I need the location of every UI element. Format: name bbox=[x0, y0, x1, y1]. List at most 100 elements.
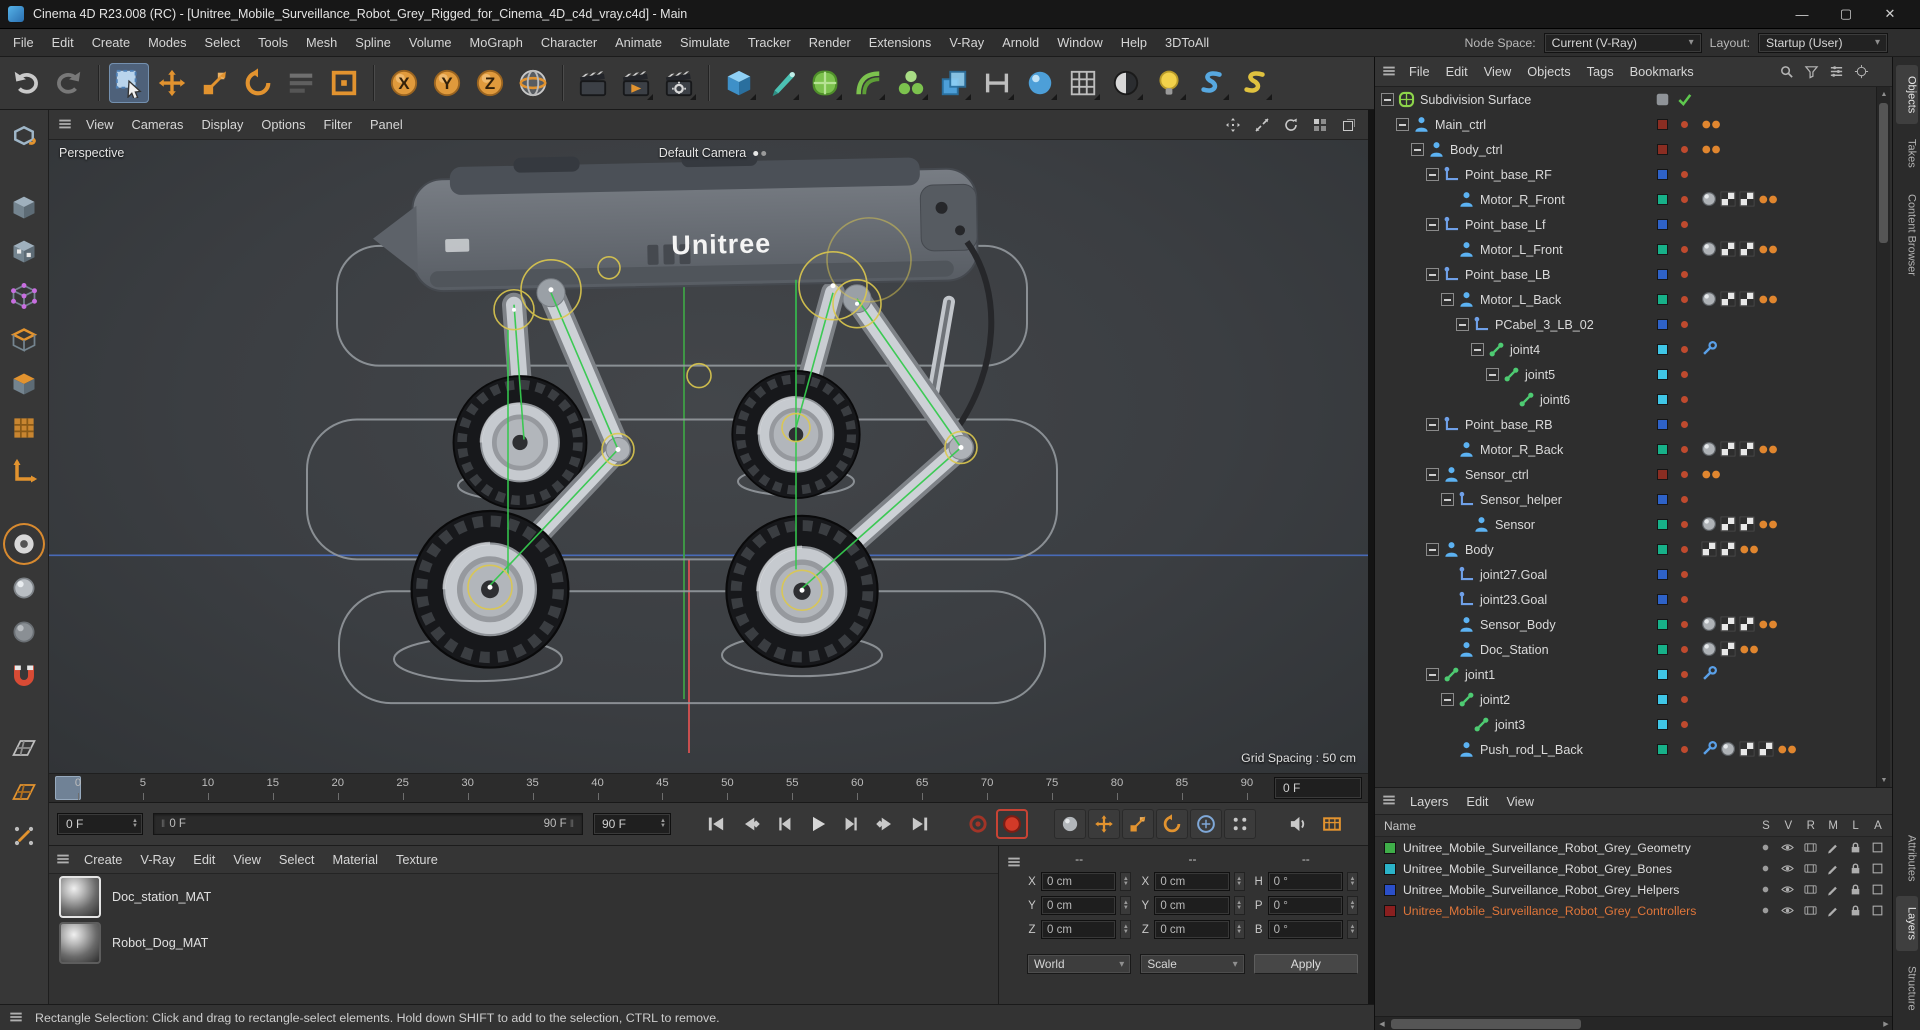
record-point-level-button[interactable] bbox=[1224, 809, 1256, 839]
object-row-joint2[interactable]: joint2 bbox=[1375, 687, 1874, 712]
panel-menu-icon[interactable] bbox=[57, 116, 75, 134]
spinner-control[interactable]: ▲ ▼ bbox=[1346, 872, 1358, 891]
layer-scrollbar[interactable]: ◀ ▶ bbox=[1375, 1016, 1893, 1030]
checker-tag-icon[interactable] bbox=[1739, 191, 1755, 207]
zoom-view-icon[interactable] bbox=[1251, 114, 1273, 136]
checker-tag-icon[interactable] bbox=[1739, 241, 1755, 257]
ik-tag-icon[interactable] bbox=[1701, 341, 1717, 357]
coordinate-system-button[interactable] bbox=[513, 63, 553, 103]
texture-tag-icon[interactable] bbox=[1701, 441, 1717, 457]
light-object-button[interactable] bbox=[1149, 63, 1189, 103]
object-row-sensor[interactable]: Sensor bbox=[1375, 512, 1874, 537]
planar-workplane-button[interactable] bbox=[5, 773, 43, 811]
array-object-button[interactable] bbox=[1063, 63, 1103, 103]
axis-mode-button[interactable] bbox=[5, 453, 43, 491]
solo-toggle[interactable] bbox=[1759, 904, 1773, 918]
current-frame-field[interactable]: 0 F ▲ ▼ bbox=[57, 813, 143, 835]
checker-tag-icon[interactable] bbox=[1758, 741, 1774, 757]
texture-tag-icon[interactable] bbox=[1701, 516, 1717, 532]
menu-render[interactable]: Render bbox=[800, 35, 860, 50]
spinner-control[interactable]: ▲ ▼ bbox=[126, 818, 138, 829]
visibility-dot[interactable] bbox=[1681, 321, 1688, 328]
anim-dots-icon[interactable] bbox=[1777, 741, 1798, 757]
toggle-views-icon[interactable] bbox=[1309, 114, 1331, 136]
panel-menu-icon[interactable] bbox=[8, 1009, 26, 1027]
layer-color-swatch[interactable] bbox=[1657, 219, 1668, 230]
object-row-point-base-lb[interactable]: Point_base_LB bbox=[1375, 262, 1874, 287]
anim-dots-icon[interactable] bbox=[1739, 541, 1760, 557]
visibility-dot[interactable] bbox=[1681, 271, 1688, 278]
manager-toggle[interactable] bbox=[1826, 883, 1840, 897]
visibility-dot[interactable] bbox=[1681, 296, 1688, 303]
checker-tag-icon[interactable] bbox=[1739, 616, 1755, 632]
panel-tab-objects[interactable]: Objects bbox=[1895, 65, 1918, 125]
coordinate-input[interactable]: 0 cm bbox=[1041, 872, 1117, 891]
material-thumbnail[interactable] bbox=[59, 922, 101, 964]
scroll-left-icon[interactable]: ◀ bbox=[1375, 1017, 1389, 1030]
scale-select[interactable]: Scale ▾ bbox=[1140, 954, 1245, 974]
expand-toggle[interactable] bbox=[1456, 318, 1469, 331]
panel-menu-icon[interactable] bbox=[55, 851, 73, 869]
object-row-motor-l-front[interactable]: Motor_L_Front bbox=[1375, 237, 1874, 262]
visibility-dot[interactable] bbox=[1681, 721, 1688, 728]
checker-tag-icon[interactable] bbox=[1739, 441, 1755, 457]
visibility-dot[interactable] bbox=[1681, 196, 1688, 203]
detach-view-icon[interactable] bbox=[1338, 114, 1360, 136]
end-frame-field[interactable]: 90 F ▲ ▼ bbox=[593, 813, 671, 835]
visibility-dot[interactable] bbox=[1681, 471, 1688, 478]
timeline-ruler[interactable]: 0 5 10 15 20 25 30 35 40 45 50 55 60 65 70 75 80 85 90 0 F bbox=[49, 774, 1368, 803]
visibility-dot[interactable] bbox=[1681, 396, 1688, 403]
visibility-dot[interactable] bbox=[1681, 546, 1688, 553]
anim-dots-icon[interactable] bbox=[1758, 441, 1779, 457]
layer-color-swatch[interactable] bbox=[1657, 669, 1668, 680]
spinner-control[interactable]: ▲ ▼ bbox=[654, 818, 666, 829]
anim-dots-icon[interactable] bbox=[1701, 141, 1722, 157]
expand-toggle[interactable] bbox=[1426, 418, 1439, 431]
rotate-tool-button[interactable] bbox=[238, 63, 278, 103]
material-menu-select[interactable]: Select bbox=[270, 852, 324, 867]
scrollbar-thumb[interactable] bbox=[1879, 103, 1888, 243]
record-active-objects-button[interactable] bbox=[962, 809, 994, 839]
menu-file[interactable]: File bbox=[4, 35, 43, 50]
layer-color-swatch[interactable] bbox=[1657, 369, 1668, 380]
layer-row-unitree-mobile-surveillance-robot-grey-helpers[interactable]: Unitree_Mobile_Surveillance_Robot_Grey_H… bbox=[1375, 879, 1893, 900]
visibility-dot[interactable] bbox=[1681, 421, 1688, 428]
panel-tab-content-browser[interactable]: Content Browser bbox=[1896, 183, 1918, 287]
expand-toggle[interactable] bbox=[1411, 143, 1424, 156]
anim-dots-icon[interactable] bbox=[1758, 291, 1779, 307]
material-item-robot-dog-mat[interactable]: Robot_Dog_MAT bbox=[49, 920, 998, 966]
python-script-button[interactable] bbox=[1192, 63, 1232, 103]
expand-toggle[interactable] bbox=[1426, 168, 1439, 181]
layer-color-swatch[interactable] bbox=[1657, 169, 1668, 180]
play-sound-button[interactable] bbox=[1282, 809, 1314, 839]
mograph-cloner-button[interactable] bbox=[891, 63, 931, 103]
scroll-right-icon[interactable]: ▶ bbox=[1879, 1017, 1893, 1030]
visibility-dot[interactable] bbox=[1681, 221, 1688, 228]
edges-mode-button[interactable] bbox=[5, 321, 43, 359]
visibility-dot[interactable] bbox=[1681, 671, 1688, 678]
pen-spline-tool-button[interactable] bbox=[762, 63, 802, 103]
go-to-previous-key-button[interactable] bbox=[734, 809, 766, 839]
manager-toggle[interactable] bbox=[1826, 904, 1840, 918]
animation-toggle[interactable] bbox=[1871, 862, 1885, 876]
layer-row-unitree-mobile-surveillance-robot-grey-geometry[interactable]: Unitree_Mobile_Surveillance_Robot_Grey_G… bbox=[1375, 837, 1893, 858]
go-to-start-button[interactable] bbox=[700, 809, 732, 839]
panel-tab-structure[interactable]: Structure bbox=[1896, 955, 1918, 1022]
object-manager-menu-view[interactable]: View bbox=[1476, 64, 1520, 79]
object-row-pcabel-3-lb-02[interactable]: PCabel_3_LB_02 bbox=[1375, 312, 1874, 337]
object-manager-menu-edit[interactable]: Edit bbox=[1438, 64, 1476, 79]
menu-edit[interactable]: Edit bbox=[43, 35, 83, 50]
render-toggle[interactable] bbox=[1804, 841, 1818, 855]
checker-tag-icon[interactable] bbox=[1720, 516, 1736, 532]
expand-toggle[interactable] bbox=[1426, 668, 1439, 681]
ruler-frame-field[interactable]: 0 F bbox=[1274, 777, 1362, 799]
object-row-point-base-rb[interactable]: Point_base_RB bbox=[1375, 412, 1874, 437]
layer-color-swatch[interactable] bbox=[1384, 904, 1396, 917]
checker-tag-icon[interactable] bbox=[1739, 741, 1755, 757]
go-to-previous-frame-button[interactable] bbox=[768, 809, 800, 839]
subdivision-surface-object-button[interactable] bbox=[805, 63, 845, 103]
object-row-sensor-body[interactable]: Sensor_Body bbox=[1375, 612, 1874, 637]
ik-tag-icon[interactable] bbox=[1701, 666, 1717, 682]
render-toggle[interactable] bbox=[1804, 904, 1818, 918]
checker-tag-icon[interactable] bbox=[1720, 616, 1736, 632]
